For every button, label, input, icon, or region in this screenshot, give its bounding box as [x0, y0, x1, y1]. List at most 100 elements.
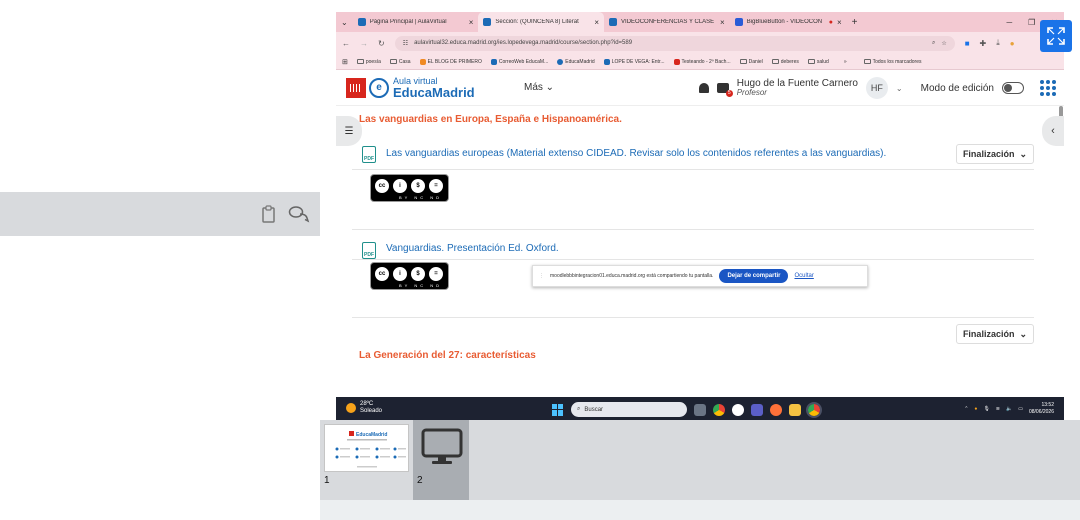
apps-grid-icon[interactable] [1040, 80, 1056, 96]
clipboard-icon[interactable] [260, 204, 280, 224]
browser-tab[interactable]: VIDEOCONFERENCIAS Y CLASE × [604, 12, 730, 32]
zoom-icon[interactable]: ⌕ [932, 40, 935, 47]
completion-dropdown[interactable]: Finalización ⌄ [955, 144, 1034, 164]
recording-icon: ● [828, 18, 833, 26]
tray-expand-icon[interactable]: ⌃ [964, 406, 968, 412]
messages-icon[interactable]: 5 [716, 83, 733, 97]
completion-dropdown[interactable]: Finalización ⌄ [955, 324, 1034, 344]
bookmarks-overflow[interactable]: » [844, 59, 847, 65]
educamadrid-icon [603, 58, 610, 65]
minimize-icon[interactable]: ─ [1006, 18, 1012, 27]
bookmark-folder[interactable]: Daniel [739, 59, 763, 65]
close-icon[interactable]: × [720, 18, 725, 27]
slide-thumbnail-active[interactable]: 2 [413, 420, 469, 500]
educamadrid-icon [557, 58, 564, 65]
firefox-icon[interactable] [770, 403, 782, 416]
chrome-active-icon[interactable] [806, 401, 822, 418]
educamadrid-logo-icon[interactable]: e [369, 77, 389, 98]
bookmark-label: CorreoWeb EducaM... [498, 58, 549, 65]
puzzle-icon[interactable]: ✚ [980, 39, 987, 48]
notice-grip-icon: ⋮ [539, 273, 544, 279]
new-tab-button[interactable]: + [847, 12, 863, 32]
bigbluebutton-favicon-icon [734, 18, 743, 26]
all-bookmarks[interactable]: Todos los marcadores [863, 59, 922, 65]
site-info-icon[interactable]: ☷ [403, 40, 408, 47]
comunidad-madrid-logo[interactable] [346, 77, 366, 98]
google-icon[interactable] [732, 403, 744, 416]
bookmark-label: Casa [398, 58, 411, 65]
site-logo[interactable]: Aula virtual EducaMadrid [393, 76, 475, 99]
section-title[interactable]: Las vanguardias en Europa, España e Hisp… [359, 114, 622, 125]
bookmark-folder[interactable]: Casa [389, 58, 411, 65]
back-icon[interactable]: ← [342, 39, 350, 48]
fullscreen-button[interactable] [1040, 20, 1072, 52]
close-icon[interactable]: × [469, 18, 474, 27]
download-icon[interactable]: ⤓ [996, 38, 1000, 48]
bookmark-folder[interactable]: salud [807, 59, 829, 65]
microphone-icon[interactable]: 🎙 [983, 406, 989, 412]
thumbnail-number: 2 [417, 475, 423, 486]
url-field[interactable]: ☷ aulavirtual32.educa.madrid.org/ies.lop… [394, 35, 955, 51]
chevron-down-icon: ⌄ [1019, 328, 1027, 339]
slide-thumbnail[interactable]: EducaMadrid 1 [320, 420, 412, 500]
block-drawer-toggle[interactable]: ‹ [1042, 116, 1064, 146]
taskbar-clock[interactable]: 13:52 08/06/2026 [1029, 402, 1054, 415]
chrome-icon[interactable] [713, 403, 725, 416]
bookmarks-bar: ⊞ poesía Casa EL BLOG DE PRIMERO CorreoW… [336, 54, 1064, 70]
activity-link[interactable]: Las vanguardias europeas (Material exten… [386, 148, 886, 159]
browser-tab-active[interactable]: Sección: (QUINCENA 8) Literat × [478, 12, 605, 32]
extension-icon[interactable]: ■ [965, 39, 970, 48]
bookmark-folder[interactable]: poesía [356, 59, 381, 65]
taskbar-search[interactable]: ⌕ Buscar [571, 402, 687, 417]
battery-icon[interactable]: ▭ [1018, 406, 1023, 412]
bookmark-folder[interactable]: deberes [771, 58, 799, 65]
teams-icon[interactable] [751, 403, 763, 416]
tab-label: Sección: (QUINCENA 8) Literat [495, 19, 579, 25]
system-tray: ⌃ ● 🎙 ≋ 🔈 ▭ 13:52 08/06/2026 [964, 402, 1054, 415]
close-icon[interactable]: × [594, 18, 599, 27]
browser-tab[interactable]: Página Principal | AulaVirtual × [353, 12, 479, 32]
tray-app-icon[interactable]: ● [974, 406, 977, 412]
volume-icon[interactable]: 🔈 [1006, 406, 1012, 412]
browser-tab[interactable]: BigBlueButton - VIDEOCON ● × [730, 12, 847, 32]
notifications-bell-icon[interactable] [698, 83, 709, 93]
bookmark[interactable]: EL BLOG DE PRIMERO [419, 58, 482, 65]
apps-icon[interactable]: ⊞ [342, 58, 348, 66]
bookmark[interactable]: LOPE DE VEGA: Entr... [603, 58, 665, 65]
user-menu[interactable]: Hugo de la Fuente Carnero Profesor [737, 78, 858, 98]
close-icon[interactable]: × [837, 18, 842, 27]
stop-sharing-button[interactable]: Dejar de compartir [719, 269, 789, 283]
educamadrid-favicon-icon [357, 18, 366, 26]
thumbnail-preview: EducaMadrid [324, 424, 409, 472]
task-view-icon[interactable] [694, 403, 706, 416]
section-title[interactable]: La Generación del 27: características [359, 350, 536, 361]
more-menu[interactable]: Más ⌄ [524, 82, 554, 93]
star-icon[interactable]: ☆ [941, 40, 946, 47]
file-explorer-icon[interactable] [789, 403, 801, 416]
avatar[interactable]: HF [865, 77, 888, 99]
chevron-down-icon[interactable]: ⌄ [896, 84, 903, 93]
bookmark-label: deberes [780, 58, 799, 65]
profile-icon[interactable]: ● [1010, 39, 1015, 48]
edit-mode-toggle[interactable] [1002, 82, 1024, 94]
reload-icon[interactable]: ↻ [378, 39, 385, 48]
screen-share-notice: ⋮ moodlebbbintegracion01.educa.madrid.or… [532, 265, 868, 287]
clock-date: 08/06/2026 [1028, 408, 1054, 415]
folder-icon [807, 59, 815, 64]
notice-text: moodlebbbintegracion01.educa.madrid.org … [550, 273, 714, 279]
bookmark[interactable]: CorreoWeb EducaM... [490, 58, 549, 65]
forward-icon[interactable]: → [360, 39, 368, 48]
search-placeholder: Buscar [584, 406, 604, 413]
windows-start-icon[interactable] [552, 403, 564, 416]
wifi-icon[interactable]: ≋ [996, 406, 1000, 412]
bookmark[interactable]: EducaMadrid [557, 58, 595, 65]
weather-widget[interactable]: 28ºC Soleado [346, 401, 382, 415]
sun-icon [346, 403, 356, 414]
maximize-icon[interactable]: ❐ [1028, 18, 1035, 27]
hide-notice-link[interactable]: Ocultar [794, 273, 813, 279]
expand-icon [1047, 27, 1065, 45]
activity-link[interactable]: Vanguardias. Presentación Ed. Oxford. [386, 243, 559, 254]
tab-list-button[interactable]: ⌄ [336, 12, 353, 32]
bookmark[interactable]: Testeando - 2º Bach... [673, 58, 731, 65]
chat-bubbles-icon[interactable] [288, 204, 310, 224]
